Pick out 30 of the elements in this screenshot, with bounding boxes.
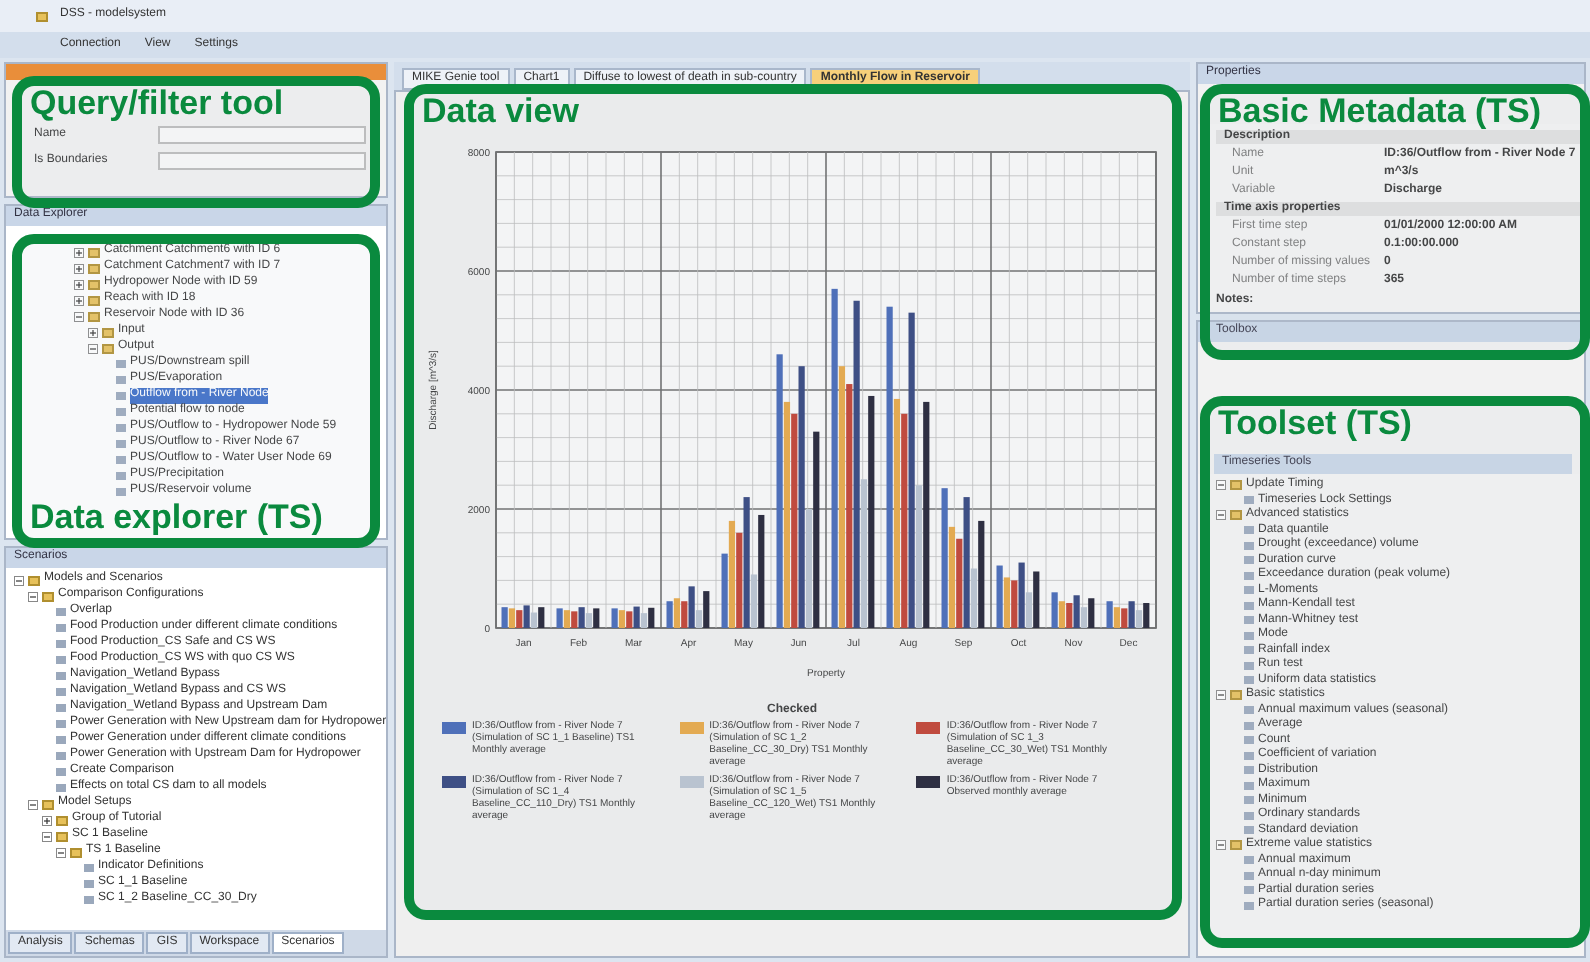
collapse-icon[interactable]	[1216, 510, 1226, 521]
input-field[interactable]	[158, 152, 366, 170]
expand-icon[interactable]	[74, 263, 84, 273]
expand-icon[interactable]	[74, 295, 84, 305]
collapse-icon[interactable]	[88, 343, 98, 353]
app-icon	[36, 11, 48, 21]
expand-icon[interactable]	[88, 327, 98, 337]
folder-icon	[1230, 510, 1242, 521]
callout-label: Toolset (TS)	[1218, 406, 1412, 444]
callout-label: Query/filter tool	[30, 86, 284, 124]
collapse-icon[interactable]	[1216, 690, 1226, 701]
collapse-icon[interactable]	[28, 591, 38, 601]
expand-icon[interactable]	[74, 279, 84, 289]
input-field[interactable]	[158, 126, 366, 144]
collapse-icon[interactable]	[56, 847, 66, 857]
folder-icon	[1230, 690, 1242, 701]
collapse-icon[interactable]	[14, 575, 24, 585]
collapse-icon[interactable]	[1216, 840, 1226, 851]
tool-icon	[1244, 496, 1254, 505]
expand-icon[interactable]	[74, 247, 84, 257]
collapse-icon[interactable]	[28, 799, 38, 809]
collapse-icon[interactable]	[74, 311, 84, 321]
collapse-icon[interactable]	[1216, 480, 1226, 491]
collapse-icon[interactable]	[42, 831, 52, 841]
callout-label: Basic Metadata (TS)	[1218, 94, 1542, 130]
folder-icon	[1230, 480, 1242, 491]
callout-label: Data explorer (TS)	[30, 500, 323, 538]
expand-icon[interactable]	[42, 815, 52, 825]
callout-label: Data view	[422, 94, 579, 132]
folder-icon	[1230, 840, 1242, 851]
